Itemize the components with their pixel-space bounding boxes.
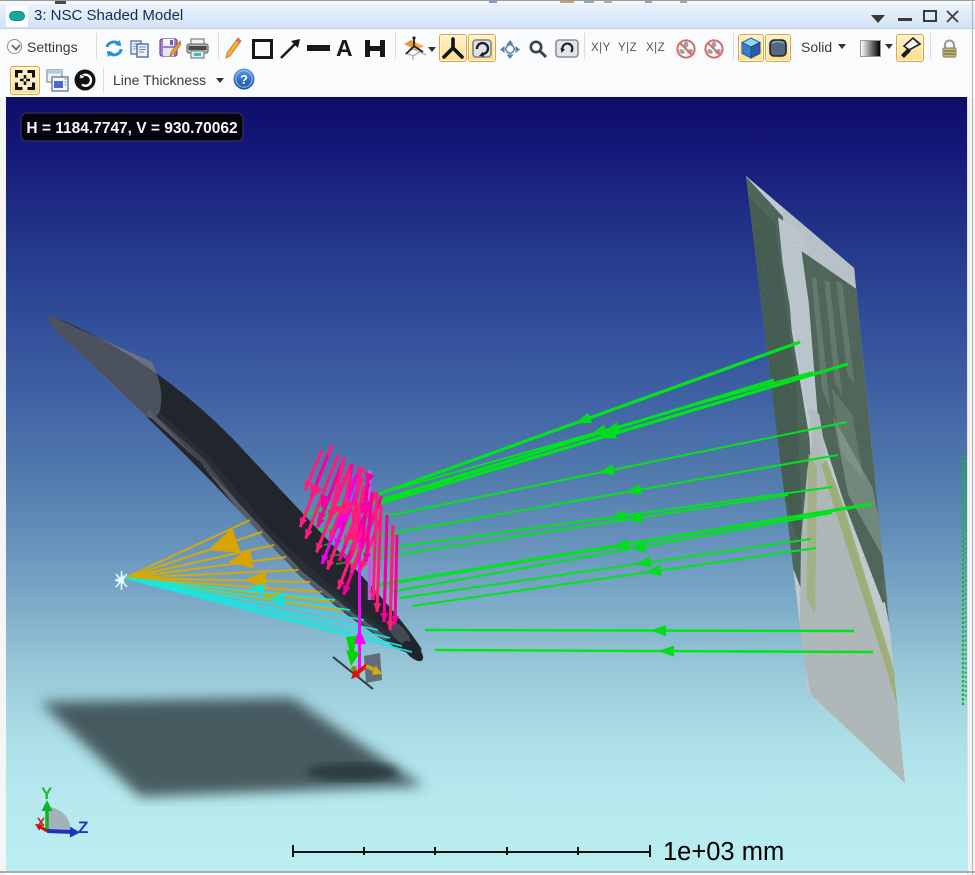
svg-text:1e+03 mm: 1e+03 mm — [663, 838, 784, 866]
svg-text:H = 1184.7747, V = 930.70062: H = 1184.7747, V = 930.70062 — [26, 120, 237, 137]
svg-text:?: ? — [240, 72, 248, 87]
svg-text:Z: Z — [78, 818, 88, 837]
svg-text:Y: Y — [41, 784, 53, 803]
